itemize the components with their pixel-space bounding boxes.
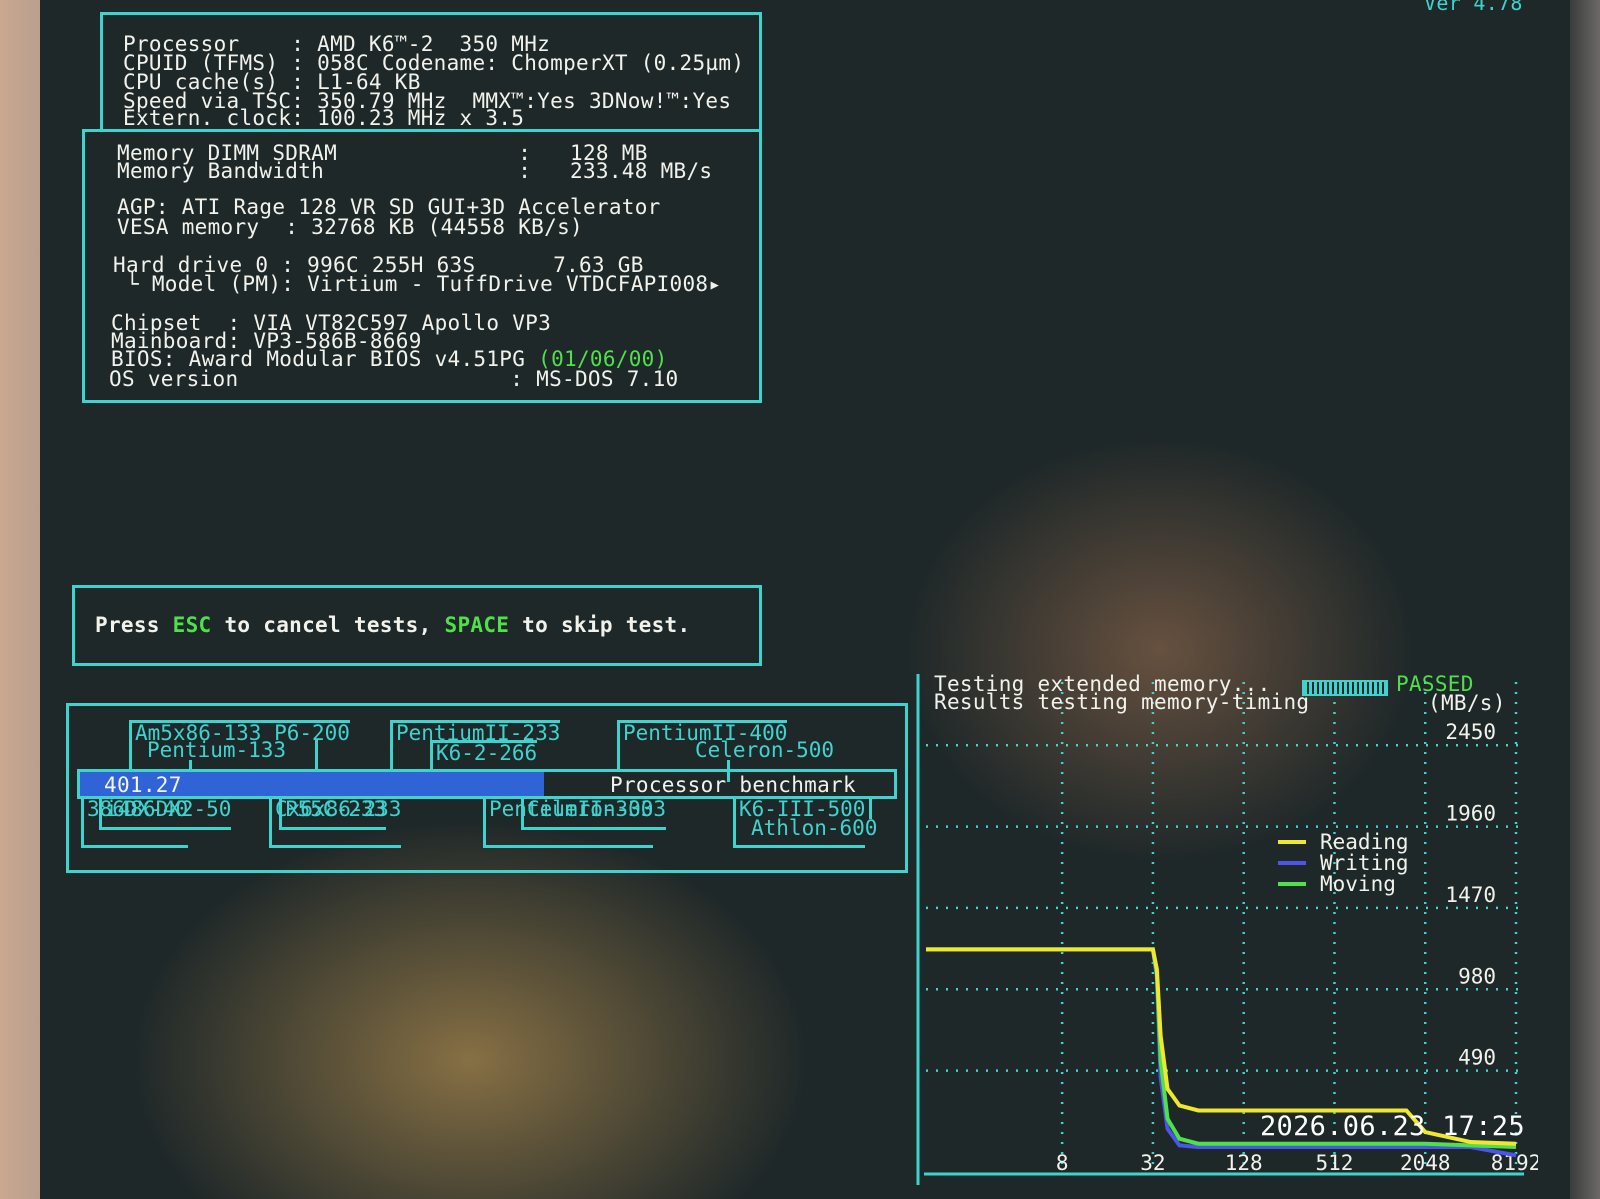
y-tick-label: 1960	[1445, 802, 1496, 826]
photo-timestamp: 2026.06.23 17:25	[1260, 1111, 1525, 1142]
benchmark-value: 401.27	[104, 773, 182, 797]
prompt-text: Press ESC to cancel tests, SPACE to skip…	[95, 613, 691, 637]
ref-celeron-500: Celeron-500	[695, 738, 835, 762]
monitor-bezel	[1570, 0, 1600, 1199]
y-tick-label: 1470	[1445, 883, 1496, 907]
chart-grid: 4909801470196024508 32 128 512 2048 8192	[926, 682, 1538, 1175]
legend-label-moving: Moving	[1320, 872, 1396, 896]
ref-k6-iii-500: K6-III-500	[733, 799, 866, 848]
ref-pentiumii-300: PentiumII-300	[483, 799, 654, 848]
ref-pentium-133: Pentium-133	[147, 738, 287, 762]
y-tick-label: 490	[1458, 1046, 1496, 1070]
results-title: Results testing memory-timing	[934, 690, 1310, 714]
memory-chart-panel: 490 980 1470 1960 2450 8 32 128 512 2048 8192 Read…	[916, 672, 1538, 1187]
hard-drive-model: └ Model (PM): Virtium - TuffDrive VTDCFA…	[113, 272, 722, 296]
memory-timing-chart: 4909801470196024508 32 128 512 2048 8192 Read…	[916, 674, 1538, 1185]
system-info-panel: Memory DIMM SDRAM : 128 MB Memory Bandwi…	[82, 129, 762, 403]
chart-unit: (MB/s)	[1428, 691, 1506, 715]
cpu-info-panel: Processor : AMD K6™-2 350 MHz CPUID (TFM…	[100, 12, 762, 132]
cpu-extern-clock: Extern. clock: 100.23 MHz x 3.5	[123, 106, 525, 130]
monitor-screen: Ver 4.78 Processor : AMD K6™-2 350 MHz C…	[40, 0, 1570, 1199]
esc-key[interactable]: ESC	[173, 613, 212, 637]
y-tick-label: 2450	[1445, 720, 1496, 744]
memory-bandwidth: Memory Bandwidth : 233.48 MB/s	[117, 159, 713, 183]
x-tick-label: 128	[1225, 1151, 1263, 1175]
ref-k6-2-266: K6-2-266	[430, 740, 538, 769]
prompt-panel: Press ESC to cancel tests, SPACE to skip…	[72, 585, 762, 666]
space-key[interactable]: SPACE	[445, 613, 510, 637]
benchmark-bar: 401.27 Processor benchmark	[77, 769, 897, 799]
benchmark-panel: Am5x86-133 P6-200 Pentium-133 PentiumII-…	[66, 703, 908, 873]
x-tick-label: 2048	[1400, 1151, 1451, 1175]
memtest-progress-bar	[1302, 680, 1388, 696]
ref-386dx-40: 386DX-40	[81, 799, 189, 848]
chart-series: ReadingWritingMoving	[926, 830, 1517, 1158]
version-label: Ver 4.78	[1424, 0, 1523, 15]
os-version: OS version : MS-DOS 7.10	[109, 367, 679, 391]
y-tick-label: 980	[1458, 964, 1496, 988]
ref-cx6x86-233: Cx6x86-233	[269, 799, 402, 848]
x-tick-label: 32	[1140, 1151, 1165, 1175]
x-tick-label: 512	[1315, 1151, 1353, 1175]
x-tick-label: 8	[1056, 1151, 1069, 1175]
vesa-memory: VESA memory : 32768 KB (44558 KB/s)	[117, 215, 583, 239]
benchmark-label: Processor benchmark	[610, 773, 856, 797]
